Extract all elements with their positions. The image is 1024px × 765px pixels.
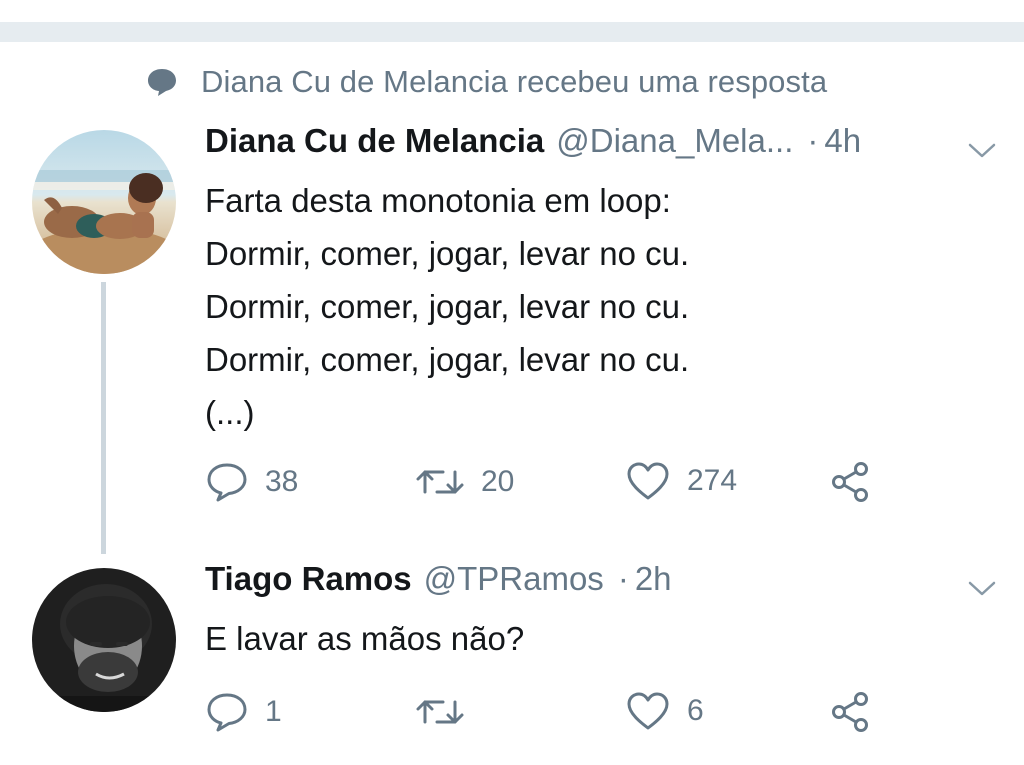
top-divider-bar <box>0 22 1024 42</box>
tweet-text-line: Dormir, comer, jogar, levar no cu. <box>205 288 690 325</box>
timestamp[interactable]: 2h <box>635 560 672 598</box>
retweet-icon <box>416 470 464 494</box>
reply-button[interactable]: 1 <box>205 690 282 734</box>
more-options-button[interactable] <box>967 580 997 603</box>
reply-count: 38 <box>265 465 299 498</box>
like-count: 274 <box>687 464 738 497</box>
tweet-text-line: E lavar as mãos não? <box>205 620 525 657</box>
chevron-down-icon <box>968 581 996 596</box>
retweet-count: 20 <box>481 465 515 498</box>
heart-icon <box>627 692 669 730</box>
like-count: 6 <box>687 694 704 727</box>
like-button[interactable]: 6 <box>625 690 704 732</box>
retweet-icon <box>416 700 464 724</box>
author-name[interactable]: Tiago Ramos <box>205 560 412 598</box>
share-icon <box>832 692 868 732</box>
like-button[interactable]: 274 <box>625 460 737 502</box>
thread-line <box>101 282 106 554</box>
tweet-header: Tiago Ramos @TPRamos · 2h <box>205 560 995 610</box>
tweet-text-line: Dormir, comer, jogar, levar no cu. <box>205 341 690 378</box>
avatar[interactable] <box>32 130 176 274</box>
reply-count: 1 <box>265 695 282 728</box>
avatar[interactable] <box>32 568 176 712</box>
share-button[interactable] <box>830 460 874 504</box>
tweet-text: Farta desta monotonia em loop: Dormir, c… <box>205 174 995 439</box>
tweet-actions: 1 6 <box>205 690 905 740</box>
separator-dot: · <box>617 560 629 597</box>
share-icon <box>832 462 868 502</box>
reply-button[interactable]: 38 <box>205 460 298 504</box>
reply-context[interactable]: Diana Cu de Melancia recebeu uma respost… <box>145 64 827 100</box>
tweet-text-line: Farta desta monotonia em loop: <box>205 182 671 219</box>
author-name[interactable]: Diana Cu de Melancia <box>205 122 544 160</box>
share-button[interactable] <box>830 690 874 734</box>
retweet-button[interactable]: 20 <box>415 460 514 504</box>
top-strip <box>0 0 1024 44</box>
tweet-content: Diana Cu de Melancia @Diana_Mela... · 4h… <box>205 122 997 439</box>
heart-icon <box>627 462 669 500</box>
tweet-actions: 38 20 274 <box>205 460 905 510</box>
reply-context-text: Diana Cu de Melancia recebeu uma respost… <box>201 64 828 99</box>
author-handle[interactable]: @TPRamos <box>424 560 604 598</box>
author-handle[interactable]: @Diana_Mela... <box>556 122 793 160</box>
chevron-down-icon <box>968 143 996 158</box>
tweet-content: Tiago Ramos @TPRamos · 2h E lavar as mão… <box>205 560 997 665</box>
tweet-text-line: Dormir, comer, jogar, levar no cu. <box>205 235 690 272</box>
separator-dot: · <box>807 122 819 159</box>
tweet-text-line: (...) <box>205 394 255 431</box>
reply-icon <box>207 693 247 732</box>
reply-icon <box>207 463 247 502</box>
tweet-header: Diana Cu de Melancia @Diana_Mela... · 4h <box>205 122 995 172</box>
tweet-text: E lavar as mãos não? <box>205 612 995 665</box>
timestamp[interactable]: 4h <box>824 122 861 160</box>
more-options-button[interactable] <box>967 142 997 165</box>
retweet-button[interactable] <box>415 690 481 734</box>
speech-bubble-icon <box>148 69 176 96</box>
